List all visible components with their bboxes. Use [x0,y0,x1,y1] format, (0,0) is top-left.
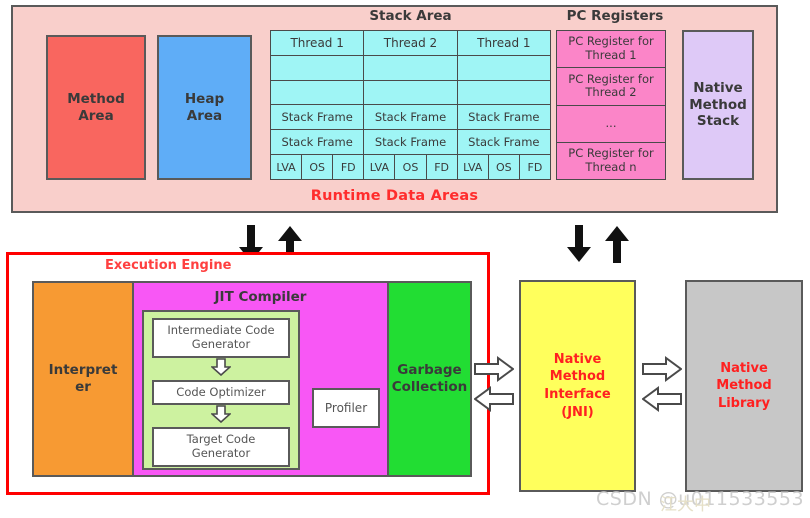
jit-pipeline-panel: Intermediate Code Generator Code Optimiz… [142,310,300,470]
frame-parts-row: LVA OS FD [271,155,364,179]
method-area-box: Method Area [46,35,146,180]
jit-compiler-label: JIT Compiler [214,288,307,305]
watermark-overlay-text: 江大中 [660,494,711,515]
thread-header: Thread 2 [364,31,457,56]
execution-engine-caption: Execution Engine [105,257,232,273]
frame-part-os: OS [395,155,427,179]
frame-parts-row: LVA OS FD [364,155,457,179]
thread-header: Thread 1 [457,31,550,56]
garbage-collection-line1: Garbage [397,362,462,379]
frame-part-os: OS [489,155,520,179]
frame-part-lva: LVA [364,155,396,179]
pipeline-down-arrow-icon [209,357,233,380]
pc-register-row: PC Register for Thread n [568,146,654,174]
stack-frame-cell: Stack Frame [457,130,550,156]
frame-parts-row: LVA OS FD [457,155,550,179]
jni-line1: Native [553,351,602,367]
stack-frame-cell: Stack Frame [271,105,364,131]
frame-part-os: OS [302,155,334,179]
pc-registers-title: PC Registers [566,7,664,24]
target-code-generator-box: Target Code Generator [152,427,290,467]
jni-line2: Method [549,369,606,385]
garbage-collection-label: Garbage Collection [392,362,468,396]
interpreter-label-line2: er [75,379,91,395]
native-method-stack-label: Native Method Stack [689,80,747,131]
thread-empty-cell [271,80,364,106]
arrow-left-jni-to-engine [473,386,514,416]
jni-line3: Interface [544,387,611,402]
execution-engine-components: Interpret er JIT Compiler Intermediate C… [32,281,472,477]
frame-part-fd: FD [434,160,449,174]
native-method-library-label: Native Method Library [716,360,771,413]
stack-area-title: Stack Area [369,7,452,24]
pc-register-row: PC Register for Thread 1 [557,31,665,69]
native-method-stack-line2: Method [689,96,747,113]
intermediate-code-generator-box: Intermediate Code Generator [152,318,290,358]
arrow-right-jni-to-library [642,356,683,386]
method-area-label: Method Area [67,91,125,125]
thread-empty-cell [457,80,550,106]
thread-empty-cell [364,55,457,81]
frame-part-lva: LVA [458,155,489,179]
interpreter-label-line1: Interpret [48,362,118,379]
thread-column: Thread 2 Stack Frame Stack Frame LVA OS … [363,30,457,180]
native-method-stack-line3: Stack [696,113,740,130]
frame-part-fd: FD [340,160,356,174]
pc-register-row: ... [557,106,665,143]
method-area-label-line1: Method [67,90,125,107]
method-area-label-line2: Area [78,107,114,124]
thread-empty-cell [364,80,457,106]
arrow-up-from-jni [604,225,630,267]
thread-empty-cell [457,55,550,81]
runtime-data-areas-caption: Runtime Data Areas [310,188,479,204]
garbage-collection-line2: Collection [391,379,468,395]
arrow-left-library-to-jni [641,386,682,416]
thread-header: Thread 1 [271,31,364,56]
native-lib-line3: Library [717,395,771,411]
heap-area-label-line2: Area [186,107,223,124]
thread-empty-cell [271,55,364,81]
profiler-box: Profiler [312,388,380,428]
interpreter-box: Interpret er [34,283,134,475]
frame-part-lva: LVA [271,155,303,179]
heap-area-box: Heap Area [157,35,252,180]
pc-register-row: PC Register for Thread 2 [557,68,665,106]
jit-compiler-box: JIT Compiler Intermediate Code Generator… [134,283,389,475]
pc-registers-grid: PC Register for Thread 1 PC Register for… [556,30,666,180]
native-lib-line2: Method [716,378,772,394]
native-method-stack-box: Native Method Stack [682,30,754,180]
interpreter-label: Interpret er [49,362,118,396]
stack-area-grid: Thread 1 Stack Frame Stack Frame LVA OS … [270,30,551,180]
stack-frame-cell: Stack Frame [271,130,364,156]
thread-column: Thread 1 Stack Frame Stack Frame LVA OS … [270,30,364,180]
jni-line4: (JNI) [561,404,594,420]
stack-frame-cell: Stack Frame [364,130,457,156]
thread-column: Thread 1 Stack Frame Stack Frame LVA OS … [456,30,551,180]
frame-part-fd: FD [527,160,543,174]
pipeline-down-arrow-icon [209,405,233,427]
code-optimizer-box: Code Optimizer [152,379,290,406]
stack-frame-cell: Stack Frame [457,105,550,131]
garbage-collection-box: Garbage Collection [389,283,470,475]
native-method-interface-label: Native Method Interface (JNI) [544,351,611,421]
arrow-right-engine-to-jni [474,356,515,386]
heap-area-label-line1: Heap [184,90,225,107]
native-method-stack-line1: Native [693,79,743,96]
heap-area-label: Heap Area [185,91,224,125]
stack-frame-cell: Stack Frame [364,105,457,131]
native-lib-line1: Native [720,360,768,376]
native-method-interface-box: Native Method Interface (JNI) [519,280,636,492]
native-method-library-box: Native Method Library [685,280,803,492]
arrow-down-to-jni [566,225,592,267]
